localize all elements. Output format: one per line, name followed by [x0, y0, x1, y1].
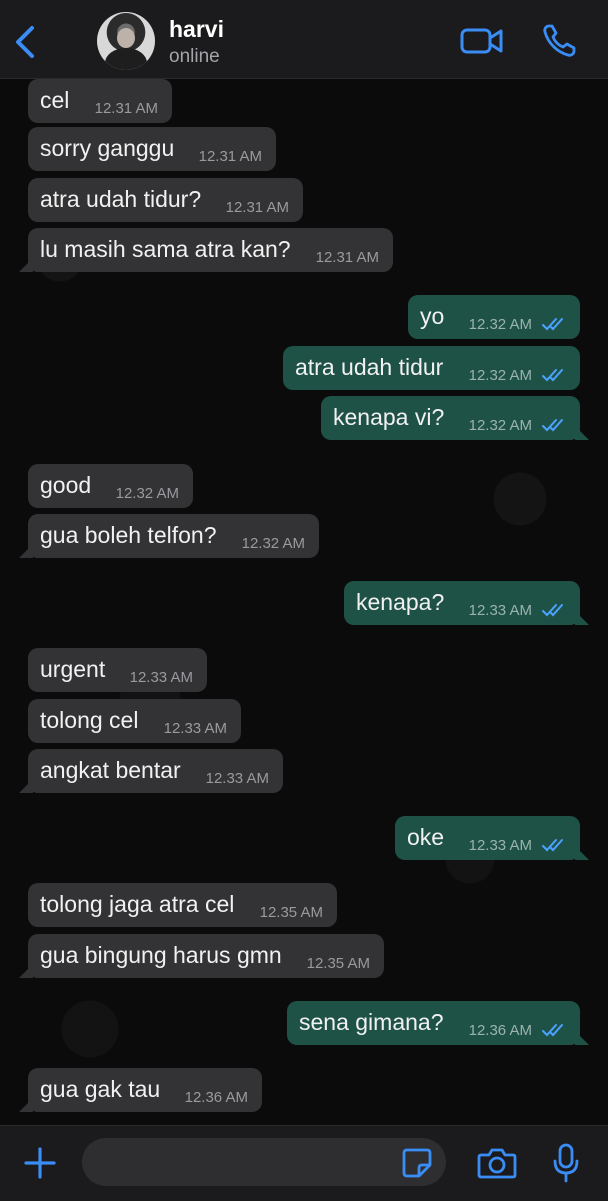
sticker-icon[interactable] — [401, 1147, 433, 1179]
message-text: cel — [40, 87, 70, 113]
message-text: kenapa vi? — [333, 404, 445, 430]
read-receipt-icon — [542, 839, 563, 852]
contact-name[interactable]: harvi — [169, 16, 224, 43]
message-timestamp: 12.32 AM — [115, 485, 179, 502]
incoming-message[interactable]: atra udah tidur? 12.31 AM — [28, 178, 303, 222]
message-text: urgent — [40, 656, 106, 682]
incoming-message[interactable]: cel 12.31 AM — [28, 79, 172, 123]
camera-icon[interactable] — [477, 1146, 517, 1180]
read-receipt-icon — [542, 604, 563, 617]
message-timestamp: 12.36 AM — [184, 1089, 248, 1106]
incoming-message[interactable]: gua gak tau 12.36 AM — [19, 1068, 262, 1112]
message-text: yo — [420, 303, 445, 329]
outgoing-message[interactable]: kenapa? 12.33 AM — [344, 581, 589, 625]
message-timestamp: 12.32 AM — [468, 367, 532, 384]
phone-icon[interactable] — [541, 23, 577, 59]
message-timestamp: 12.31 AM — [198, 148, 262, 165]
message-input[interactable] — [82, 1138, 446, 1186]
incoming-message[interactable]: good 12.32 AM — [28, 464, 193, 508]
outgoing-message[interactable]: atra udah tidur 12.32 AM — [283, 346, 580, 390]
message-timestamp: 12.36 AM — [468, 1022, 532, 1039]
outgoing-message[interactable]: yo 12.32 AM — [408, 295, 580, 339]
message-text: tolong cel — [40, 707, 139, 733]
incoming-message[interactable]: gua bingung harus gmn 12.35 AM — [19, 934, 384, 978]
chevron-left-icon[interactable] — [8, 22, 42, 62]
contact-avatar[interactable] — [97, 12, 155, 70]
outgoing-message[interactable]: oke 12.33 AM — [395, 816, 589, 860]
contact-status: online — [169, 46, 220, 67]
message-timestamp: 12.35 AM — [259, 904, 323, 921]
message-timestamp: 12.32 AM — [241, 535, 305, 552]
read-receipt-icon — [542, 419, 563, 432]
message-timestamp: 12.33 AM — [163, 720, 227, 737]
message-timestamp: 12.31 AM — [94, 100, 158, 117]
outgoing-message[interactable]: kenapa vi? 12.32 AM — [321, 396, 589, 440]
message-text: tolong jaga atra cel — [40, 891, 235, 917]
chat-header: harvi online — [0, 0, 608, 79]
message-text: lu masih sama atra kan? — [40, 236, 291, 262]
message-text: sorry ganggu — [40, 135, 175, 161]
incoming-message[interactable]: tolong jaga atra cel 12.35 AM — [28, 883, 337, 927]
video-camera-icon[interactable] — [460, 25, 504, 57]
incoming-message[interactable]: urgent 12.33 AM — [28, 648, 207, 692]
message-text: atra udah tidur? — [40, 186, 202, 212]
read-receipt-icon — [542, 369, 563, 382]
message-text: gua boleh telfon? — [40, 522, 217, 548]
message-text: gua bingung harus gmn — [40, 942, 282, 968]
message-timestamp: 12.31 AM — [315, 249, 379, 266]
message-timestamp: 12.32 AM — [468, 417, 532, 434]
microphone-icon[interactable] — [551, 1143, 581, 1183]
message-text: angkat bentar — [40, 757, 181, 783]
plus-icon[interactable] — [22, 1145, 58, 1181]
outgoing-message[interactable]: sena gimana? 12.36 AM — [287, 1001, 589, 1045]
message-timestamp: 12.32 AM — [468, 316, 532, 333]
message-text: kenapa? — [356, 589, 445, 615]
incoming-message[interactable]: sorry ganggu 12.31 AM — [28, 127, 276, 171]
message-text: gua gak tau — [40, 1076, 161, 1102]
incoming-message[interactable]: angkat bentar 12.33 AM — [19, 749, 283, 793]
message-text: good — [40, 472, 92, 498]
message-timestamp: 12.35 AM — [306, 955, 370, 972]
message-list[interactable]: cel 12.31 AM sorry ganggu 12.31 AM atra udah… — [0, 79, 608, 1125]
incoming-message[interactable]: gua boleh telfon? 12.32 AM — [19, 514, 319, 558]
read-receipt-icon — [542, 318, 563, 331]
message-timestamp: 12.33 AM — [129, 669, 193, 686]
message-timestamp: 12.33 AM — [205, 770, 269, 787]
message-timestamp: 12.33 AM — [468, 837, 532, 854]
message-text: oke — [407, 824, 445, 850]
incoming-message[interactable]: tolong cel 12.33 AM — [28, 699, 241, 743]
message-text: atra udah tidur — [295, 354, 444, 380]
message-text: sena gimana? — [299, 1009, 444, 1035]
read-receipt-icon — [542, 1024, 563, 1037]
incoming-message[interactable]: lu masih sama atra kan? 12.31 AM — [19, 228, 393, 272]
message-timestamp: 12.31 AM — [225, 199, 289, 216]
message-timestamp: 12.33 AM — [468, 602, 532, 619]
composer-bar — [0, 1125, 608, 1201]
